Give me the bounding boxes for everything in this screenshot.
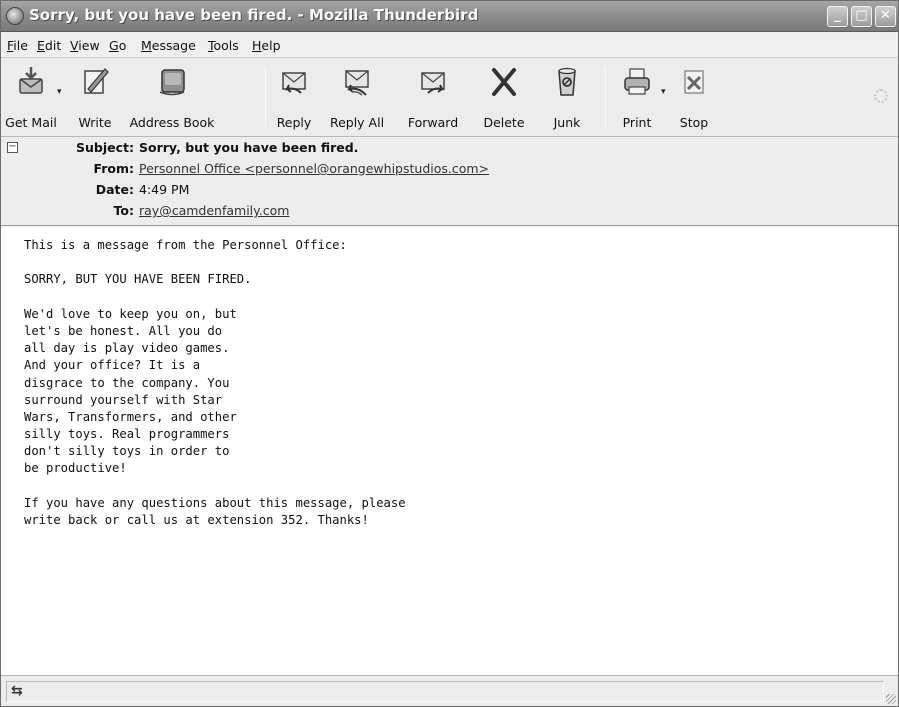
main-toolbar: Get Mail ▾ Write Address Book Reply Repl… bbox=[1, 59, 898, 137]
forward-label: Forward bbox=[407, 115, 459, 130]
write-button[interactable]: Write bbox=[71, 65, 119, 131]
subject-value: Sorry, but you have been fired. bbox=[139, 140, 359, 155]
print-dropdown-icon[interactable]: ▾ bbox=[661, 87, 666, 97]
stop-button[interactable]: Stop bbox=[676, 65, 712, 131]
delete-icon bbox=[492, 68, 516, 96]
toolbar-separator bbox=[605, 67, 606, 127]
write-label: Write bbox=[78, 115, 112, 130]
maximize-button[interactable]: □ bbox=[851, 6, 872, 27]
menu-bar: File Edit View Go Message Tools Help bbox=[1, 33, 898, 58]
message-line: don't silly toys in order to bbox=[24, 444, 230, 459]
junk-label: Junk bbox=[553, 115, 581, 130]
stop-label: Stop bbox=[679, 115, 709, 130]
to-address-link[interactable]: ray@camdenfamily.com bbox=[139, 203, 289, 218]
forward-icon bbox=[421, 72, 445, 94]
message-line: We'd love to keep you on, but bbox=[24, 306, 237, 321]
reply-button[interactable]: Reply bbox=[271, 65, 317, 131]
delete-label: Delete bbox=[483, 115, 525, 130]
address-book-button[interactable]: Address Book bbox=[125, 65, 219, 131]
date-value: 4:49 PM bbox=[139, 182, 190, 197]
to-value-row: ray@camdenfamily.com bbox=[1, 203, 898, 223]
activity-throbber-icon bbox=[874, 89, 888, 103]
offline-status-icon[interactable]: ⇆ bbox=[11, 683, 23, 699]
menu-view[interactable]: View bbox=[70, 38, 100, 53]
get-mail-label: Get Mail bbox=[5, 115, 57, 130]
junk-button[interactable]: Junk bbox=[545, 65, 589, 131]
menu-go[interactable]: Go bbox=[109, 38, 126, 53]
write-icon bbox=[84, 68, 109, 94]
junk-icon bbox=[558, 67, 576, 96]
print-icon bbox=[624, 68, 650, 95]
stop-icon bbox=[684, 70, 704, 94]
get-mail-icon bbox=[19, 67, 43, 94]
address-book-icon bbox=[159, 69, 185, 96]
get-mail-button[interactable]: Get Mail bbox=[3, 65, 59, 131]
message-line bbox=[24, 478, 898, 495]
menu-help[interactable]: Help bbox=[252, 38, 281, 53]
delete-button[interactable]: Delete bbox=[477, 65, 531, 131]
message-line: And your office? It is a bbox=[24, 358, 201, 373]
message-line: write back or call us at extension 352. … bbox=[24, 513, 369, 527]
thunderbird-window: Sorry, but you have been fired. - Mozill… bbox=[0, 0, 899, 707]
menu-file[interactable]: File bbox=[7, 38, 28, 53]
close-button[interactable]: ✕ bbox=[875, 6, 896, 27]
message-line: This is a message from the Personnel Off… bbox=[24, 238, 347, 252]
address-book-label: Address Book bbox=[129, 115, 215, 130]
from-value-row: Personnel Office <personnel@orangewhipst… bbox=[1, 161, 898, 181]
resize-grip-icon[interactable] bbox=[886, 694, 896, 704]
menu-message[interactable]: Message bbox=[141, 38, 196, 53]
menu-tools[interactable]: Tools bbox=[208, 38, 239, 53]
message-line: If you have any questions about this mes… bbox=[24, 495, 406, 510]
message-line: Wars, Transformers, and other bbox=[24, 409, 237, 424]
message-line: silly toys. Real programmers bbox=[24, 427, 230, 442]
minimize-button[interactable]: _ bbox=[827, 6, 848, 27]
status-bar: ⇆ bbox=[1, 677, 898, 706]
print-button[interactable]: Print bbox=[615, 65, 659, 131]
status-panel: ⇆ bbox=[6, 681, 884, 702]
toolbar-separator bbox=[265, 67, 266, 127]
forward-button[interactable]: Forward bbox=[399, 65, 467, 131]
reply-icon bbox=[282, 72, 306, 94]
message-body[interactable]: This is a message from the Personnel Off… bbox=[1, 227, 898, 676]
message-line: surround yourself with Star bbox=[24, 392, 223, 407]
reply-all-label: Reply All bbox=[329, 115, 385, 130]
subject-value-row: Sorry, but you have been fired. bbox=[1, 140, 898, 160]
message-line bbox=[24, 289, 898, 306]
thunderbird-logo-icon bbox=[6, 7, 24, 25]
message-line: be productive! bbox=[24, 461, 127, 476]
get-mail-dropdown-icon[interactable]: ▾ bbox=[57, 87, 62, 97]
reply-all-button[interactable]: Reply All bbox=[325, 65, 389, 131]
message-line bbox=[24, 254, 898, 271]
message-line: SORRY, BUT YOU HAVE BEEN FIRED. bbox=[24, 272, 252, 287]
from-address-link[interactable]: Personnel Office <personnel@orangewhipst… bbox=[139, 161, 489, 176]
message-line: all day is play video games. bbox=[24, 341, 230, 356]
reply-label: Reply bbox=[276, 115, 312, 130]
date-value-row: 4:49 PM bbox=[1, 182, 898, 202]
message-line: disgrace to the company. You bbox=[24, 375, 230, 390]
reply-all-icon bbox=[345, 70, 369, 96]
message-line: let's be honest. All you do bbox=[24, 323, 223, 338]
menu-edit[interactable]: Edit bbox=[37, 38, 61, 53]
print-label: Print bbox=[622, 115, 652, 130]
title-bar[interactable]: Sorry, but you have been fired. - Mozill… bbox=[1, 1, 898, 32]
window-title: Sorry, but you have been fired. - Mozill… bbox=[29, 6, 479, 24]
message-header-pane: − Subject: Sorry, but you have been fire… bbox=[1, 138, 898, 226]
